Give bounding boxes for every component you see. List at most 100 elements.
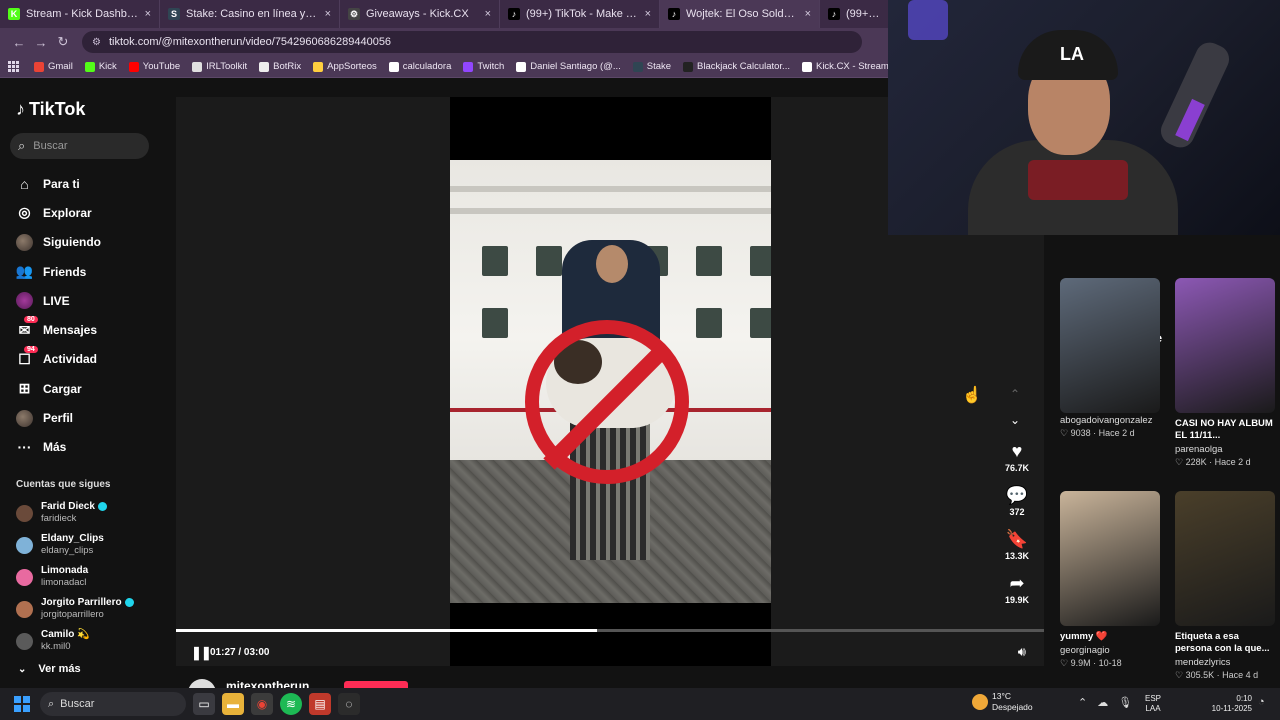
bookmark-favicon-icon (632, 61, 643, 72)
chevron-up-icon[interactable]: ⌃ (1078, 696, 1087, 709)
next-video-chevron-icon[interactable]: ⌄ (1010, 413, 1020, 427)
pause-icon[interactable]: ❚❚ (191, 645, 212, 661)
video-thumbnail[interactable] (1060, 278, 1160, 413)
spotify-icon[interactable]: ≋ (280, 693, 302, 715)
bookmark-item[interactable]: Daniel Santiago (@... (516, 61, 621, 72)
task-view-icon[interactable]: ▭ (193, 693, 215, 715)
sidebar-item-actividad[interactable]: ☐ 94 Actividad (16, 345, 101, 374)
volume-icon[interactable]: 🔊︎ (1018, 644, 1026, 660)
following-account[interactable]: Jorgito Parrillero jorgitoparrillero (16, 593, 134, 625)
following-account[interactable]: Camilo 💫 kk.mil0 (16, 625, 134, 657)
cloud-icon[interactable]: ☁ (1097, 696, 1108, 709)
browser-tab[interactable]: S Stake: Casino en línea y Ap × (160, 0, 340, 28)
microphone-icon[interactable]: 🎙︎ (1118, 696, 1132, 709)
taskbar-search[interactable]: ⌕ Buscar (40, 692, 186, 716)
obs-icon[interactable]: ◌ (338, 693, 360, 715)
recommended-account[interactable]: mendezlyrics (1175, 657, 1275, 668)
save-count: 13.3K (1004, 551, 1030, 561)
tab-close-icon[interactable]: × (485, 8, 491, 20)
browser-tab[interactable]: ♪ (99+) Moment (820, 0, 890, 28)
share-button[interactable]: ➦ 19.9K (998, 571, 1036, 615)
language-indicator[interactable]: ESP LAA (1145, 694, 1161, 714)
ship-window (482, 308, 508, 338)
bookmark-item[interactable]: Kick (84, 61, 117, 72)
tab-close-icon[interactable]: × (145, 8, 151, 20)
bookmark-item[interactable]: AppSorteos (313, 61, 377, 72)
bookmark-item[interactable]: Gmail (34, 61, 73, 72)
bookmark-item[interactable]: Blackjack Calculator... (683, 61, 790, 72)
bookmark-item[interactable]: calculadora (388, 61, 451, 72)
bookmark-item[interactable]: IRLToolkit (192, 61, 247, 72)
see-more-button[interactable]: ⌄ Ver más (18, 663, 81, 675)
recommended-video[interactable]: yummy ❤️ georginagio ♡ 9.9M · 10-18 (1060, 491, 1160, 669)
chrome-icon[interactable]: ◉ (251, 693, 273, 715)
browser-tab[interactable]: K Stream - Kick Dashboard × (0, 0, 160, 28)
like-button[interactable]: ♥ 76.7K (998, 439, 1036, 483)
recommended-account[interactable]: abogadoivangonzalez (1060, 415, 1160, 426)
sidebar-item-mensajes[interactable]: ✉ 80 Mensajes (16, 315, 101, 344)
recommended-account[interactable]: georginagio (1060, 645, 1160, 656)
video-progress-bar[interactable] (176, 629, 1044, 632)
tiktok-logo[interactable]: ♪ TikTok (16, 99, 85, 120)
bookmark-item[interactable]: Stake (632, 61, 671, 72)
browser-tab[interactable]: ⚙ Giveaways - Kick.CX × (340, 0, 500, 28)
browser-tab[interactable]: ♪ Wojtek: El Oso Soldado del × (660, 0, 820, 28)
following-account[interactable]: Eldany_Clips eldany_clips (16, 529, 134, 561)
sidebar-item-cargar[interactable]: ⊞ Cargar (16, 374, 101, 403)
sidebar-item-ms[interactable]: ··· Más (16, 433, 101, 462)
system-clock[interactable]: 0:10 10-11-2025 (1208, 694, 1252, 714)
browser-tab[interactable]: ♪ (99+) TikTok - Make Your Day × (500, 0, 660, 28)
author-avatar[interactable] (188, 679, 216, 688)
follow-button[interactable] (344, 681, 408, 688)
bookmark-item[interactable]: YouTube (128, 61, 180, 72)
sidebar-item-label: Perfil (43, 411, 74, 426)
sidebar-item-live[interactable]: LIVE (16, 286, 101, 315)
video-thumbnail[interactable] (1060, 491, 1160, 626)
sidebar-item-siguiendo[interactable]: Siguiendo (16, 228, 101, 257)
url-field[interactable]: ⚙ tiktok.com/@mitexontherun/video/754296… (82, 31, 862, 53)
bookmark-label: Twitch (477, 61, 505, 72)
sidebar-item-friends[interactable]: 👥 Friends (16, 257, 101, 286)
bookmark-item[interactable]: BotRix (259, 61, 301, 72)
file-explorer-icon[interactable]: ▬ (222, 693, 244, 715)
apps-grid-icon[interactable] (8, 60, 20, 73)
previous-video-chevron-icon[interactable]: ⌃ (1010, 387, 1020, 401)
reload-icon[interactable]: ↻ (52, 34, 74, 50)
tab-close-icon[interactable]: × (805, 8, 811, 20)
recommended-video[interactable]: abogadoivangonzalez ♡ 9038 · Hace 2 d (1060, 278, 1160, 439)
app-icon[interactable]: ▤ (309, 693, 331, 715)
sidebar-item-explorar[interactable]: ◎ Explorar (16, 198, 101, 227)
video-thumbnail[interactable] (1175, 491, 1275, 626)
following-account[interactable]: Farid Dieck faridieck (16, 497, 134, 529)
video-thumbnail[interactable] (1175, 278, 1275, 413)
search-icon: ⌕ (18, 138, 26, 153)
live-circle (16, 292, 33, 310)
recommended-title: Etiqueta a esa persona con la que... (1175, 631, 1270, 654)
search-input[interactable] (33, 140, 134, 152)
back-icon[interactable]: ← (8, 35, 30, 50)
sidebar-item-label: Explorar (43, 205, 92, 220)
save-button[interactable]: 🔖 13.3K (998, 527, 1036, 571)
tab-close-icon[interactable]: × (645, 8, 651, 20)
video-actions: ♥ 76.7K 💬 372 🔖 13.3K ➦ 19.9K (998, 439, 1036, 615)
author-name[interactable]: mitexontherun (226, 679, 309, 688)
comment-button[interactable]: 💬 372 (998, 483, 1036, 527)
site-info-icon[interactable]: ⚙ (92, 37, 101, 48)
video-frame[interactable] (450, 97, 771, 666)
recommended-video[interactable]: Etiqueta a esa persona con la que... mend… (1175, 491, 1275, 681)
bookmark-item[interactable]: Twitch (463, 61, 504, 72)
compass-icon: ◎ (18, 204, 31, 221)
search-box[interactable]: ⌕ (10, 133, 149, 159)
weather-widget[interactable]: 13°C Despejado (972, 691, 1033, 713)
recommended-account[interactable]: parenaolga (1175, 444, 1275, 455)
following-account[interactable]: Limonada limonadacl (16, 561, 134, 593)
sidebar-item-perfil[interactable]: Perfil (16, 403, 101, 432)
windows-start-icon[interactable] (14, 696, 30, 712)
ship-window (482, 246, 508, 276)
recommended-video[interactable]: CASI NO HAY ALBUM EL 11/11... parenaolga ♡… (1175, 278, 1275, 468)
forward-icon[interactable]: → (30, 35, 52, 50)
notification-icon[interactable]: ◔ (1258, 696, 1265, 708)
sidebar-item-parati[interactable]: ⌂ Para ti (16, 169, 101, 198)
tab-close-icon[interactable]: × (325, 8, 331, 20)
bookmark-label: Daniel Santiago (@... (530, 61, 621, 72)
